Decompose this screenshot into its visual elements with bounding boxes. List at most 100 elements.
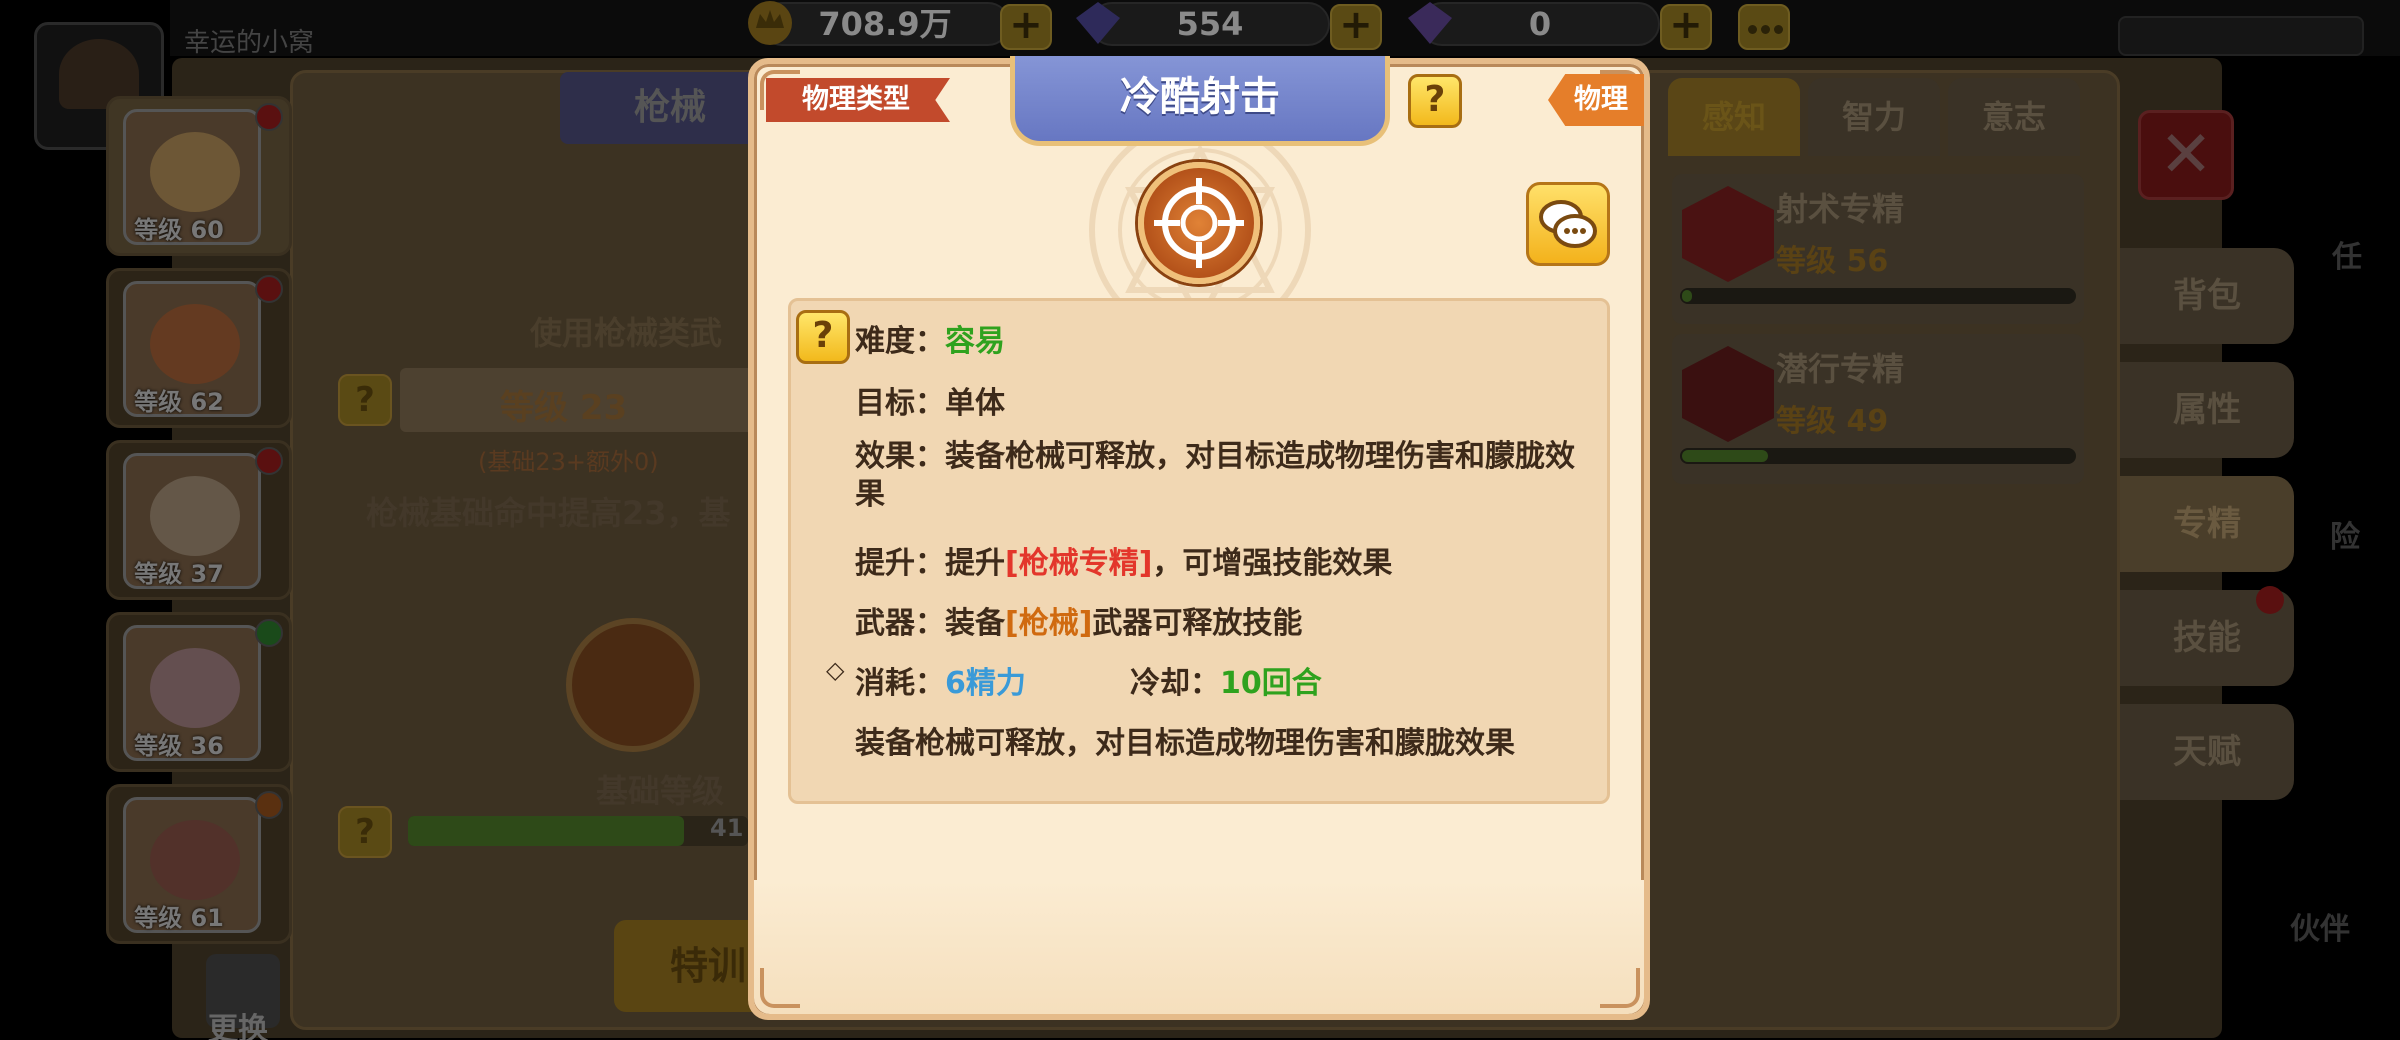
tab-perception[interactable]: 感知	[1668, 78, 1800, 156]
base-level-bar	[408, 816, 748, 846]
diamond-bullet-icon: ◇	[826, 656, 845, 684]
spec-name: 射术专精	[1776, 190, 1905, 228]
spec-row-stealth[interactable]: 潜行专精 等级 49	[1672, 334, 2084, 484]
modal-corner-ornament	[760, 968, 800, 1008]
cooldown-row: 冷却：10回合	[1130, 658, 1322, 702]
tab-intelligence[interactable]: 智力	[1808, 78, 1940, 156]
spec-level: 等级 49	[1776, 404, 1889, 439]
upgrade-prefix: 提升	[945, 546, 1005, 581]
character-slot[interactable]: 等级 61	[106, 784, 292, 944]
left-panel-level-sub: (基础23+额外0)	[478, 448, 659, 476]
modal-bottom	[754, 880, 1644, 1014]
weapon-row: 武器：装备[枪械]武器可释放技能	[855, 598, 1302, 642]
spec-progress-bar	[1680, 288, 2076, 304]
swap-label: 更换	[208, 1012, 268, 1040]
chat-bubble-icon	[1539, 200, 1597, 248]
target-value: 单体	[945, 386, 1005, 421]
notification-badge	[255, 103, 283, 131]
weapon-prefix: 装备	[945, 606, 1005, 641]
weapon-suffix: 武器可释放技能	[1092, 606, 1303, 641]
skill-type-ribbon: 物理类型	[766, 78, 950, 122]
character-slot[interactable]: 等级 60	[106, 96, 292, 256]
side-tab-bag[interactable]: 背包	[2120, 248, 2294, 344]
more-dot-icon	[1761, 25, 1770, 34]
more-dot-icon	[1774, 25, 1783, 34]
character-level: 等级 61	[134, 904, 224, 932]
character-level: 等级 62	[134, 388, 224, 416]
skill-summary: 装备枪械可释放，对目标造成物理伤害和朦胧效果	[855, 726, 1515, 761]
character-slot[interactable]: 等级 36	[106, 612, 292, 772]
left-panel-level: 等级 23	[500, 388, 628, 428]
difficulty-value: 容易	[945, 324, 1005, 359]
gem-icon	[1408, 2, 1452, 44]
upgrade-link[interactable]: [枪械专精]	[1005, 546, 1152, 581]
cost-value: 6精力	[945, 666, 1026, 701]
top-right-display	[2118, 16, 2364, 56]
skill-target-icon	[566, 618, 700, 752]
crosshair-icon	[1138, 162, 1260, 284]
spec-progress-fill	[1682, 450, 1768, 462]
weapon-link[interactable]: [枪械]	[1005, 606, 1092, 641]
cooldown-label: 冷却：	[1130, 666, 1220, 701]
gold-add-button[interactable]: +	[1000, 4, 1052, 50]
skill-title: 冷酷射击	[1010, 56, 1390, 146]
effect-row: 效果：装备枪械可释放，对目标造成物理伤害和朦胧效果	[855, 438, 1575, 514]
character-face	[150, 476, 240, 556]
help-button[interactable]: ?	[338, 806, 392, 858]
character-slot[interactable]: 等级 37	[106, 440, 292, 600]
left-panel-title: 枪械	[560, 72, 780, 144]
tab-will[interactable]: 意志	[1948, 78, 2080, 156]
spec-row-shooting[interactable]: 射术专精 等级 56	[1672, 174, 2084, 324]
stealth-spec-icon	[1682, 346, 1774, 442]
notification-badge	[255, 447, 283, 475]
difficulty-label: 难度：	[855, 324, 945, 359]
notification-badge	[2256, 586, 2284, 614]
gold-crown-icon	[748, 1, 792, 45]
target-row: 目标：单体	[855, 378, 1005, 422]
damage-type-tag: 物理	[1548, 74, 1644, 126]
far-right-label: 伙伴	[2290, 912, 2350, 947]
spec-progress-bar	[1680, 448, 2076, 464]
base-level-bar-value: 41	[710, 814, 744, 842]
upgrade-label: 提升：	[855, 546, 945, 581]
title-help-button[interactable]: ?	[1408, 74, 1462, 128]
diamond-icon	[1076, 2, 1120, 44]
diamond-add-button[interactable]: +	[1330, 4, 1382, 50]
effect-value: 装备枪械可释放，对目标造成物理伤害和朦胧效果	[855, 439, 1575, 512]
far-right-label: 险	[2330, 520, 2360, 555]
character-level: 等级 37	[134, 560, 224, 588]
upgrade-row: 提升：提升[枪械专精]，可增强技能效果	[855, 538, 1392, 582]
side-tab-skills[interactable]: 技能	[2120, 586, 2294, 686]
difficulty-row: 难度：容易	[855, 316, 1005, 360]
gem-add-button[interactable]: +	[1660, 4, 1712, 50]
spec-progress-fill	[1682, 290, 1692, 302]
effect-label: 效果：	[855, 439, 945, 474]
side-tab-specialization[interactable]: 专精	[2120, 476, 2294, 572]
spec-level: 等级 56	[1776, 244, 1889, 279]
far-right-label: 任	[2332, 240, 2362, 275]
notification-badge	[255, 791, 283, 819]
chat-button[interactable]	[1526, 182, 1610, 266]
left-panel-base-level: 基础等级	[596, 772, 725, 810]
modal-corner-ornament	[1600, 968, 1640, 1008]
help-button[interactable]: ?	[338, 374, 392, 426]
cost-label: 消耗：	[855, 666, 945, 701]
cost-row: 消耗：6精力	[855, 658, 1026, 702]
character-face	[150, 820, 240, 900]
more-button[interactable]	[1738, 4, 1790, 50]
difficulty-help-button[interactable]: ?	[796, 310, 850, 364]
character-slot[interactable]: 等级 62	[106, 268, 292, 428]
side-tab-talent[interactable]: 天赋	[2120, 704, 2294, 800]
side-tab-attributes[interactable]: 属性	[2120, 362, 2294, 458]
cooldown-value: 10回合	[1220, 666, 1322, 701]
more-dot-icon	[1748, 25, 1757, 34]
character-level: 等级 60	[134, 216, 224, 244]
home-title: 幸运的小窝	[184, 28, 315, 58]
target-label: 目标：	[855, 386, 945, 421]
close-button[interactable]: ✕	[2138, 110, 2234, 200]
shooting-spec-icon	[1682, 186, 1774, 282]
weapon-label: 武器：	[855, 606, 945, 641]
base-level-bar-fill	[408, 816, 684, 846]
character-face	[150, 132, 240, 212]
spec-name: 潜行专精	[1776, 350, 1905, 388]
